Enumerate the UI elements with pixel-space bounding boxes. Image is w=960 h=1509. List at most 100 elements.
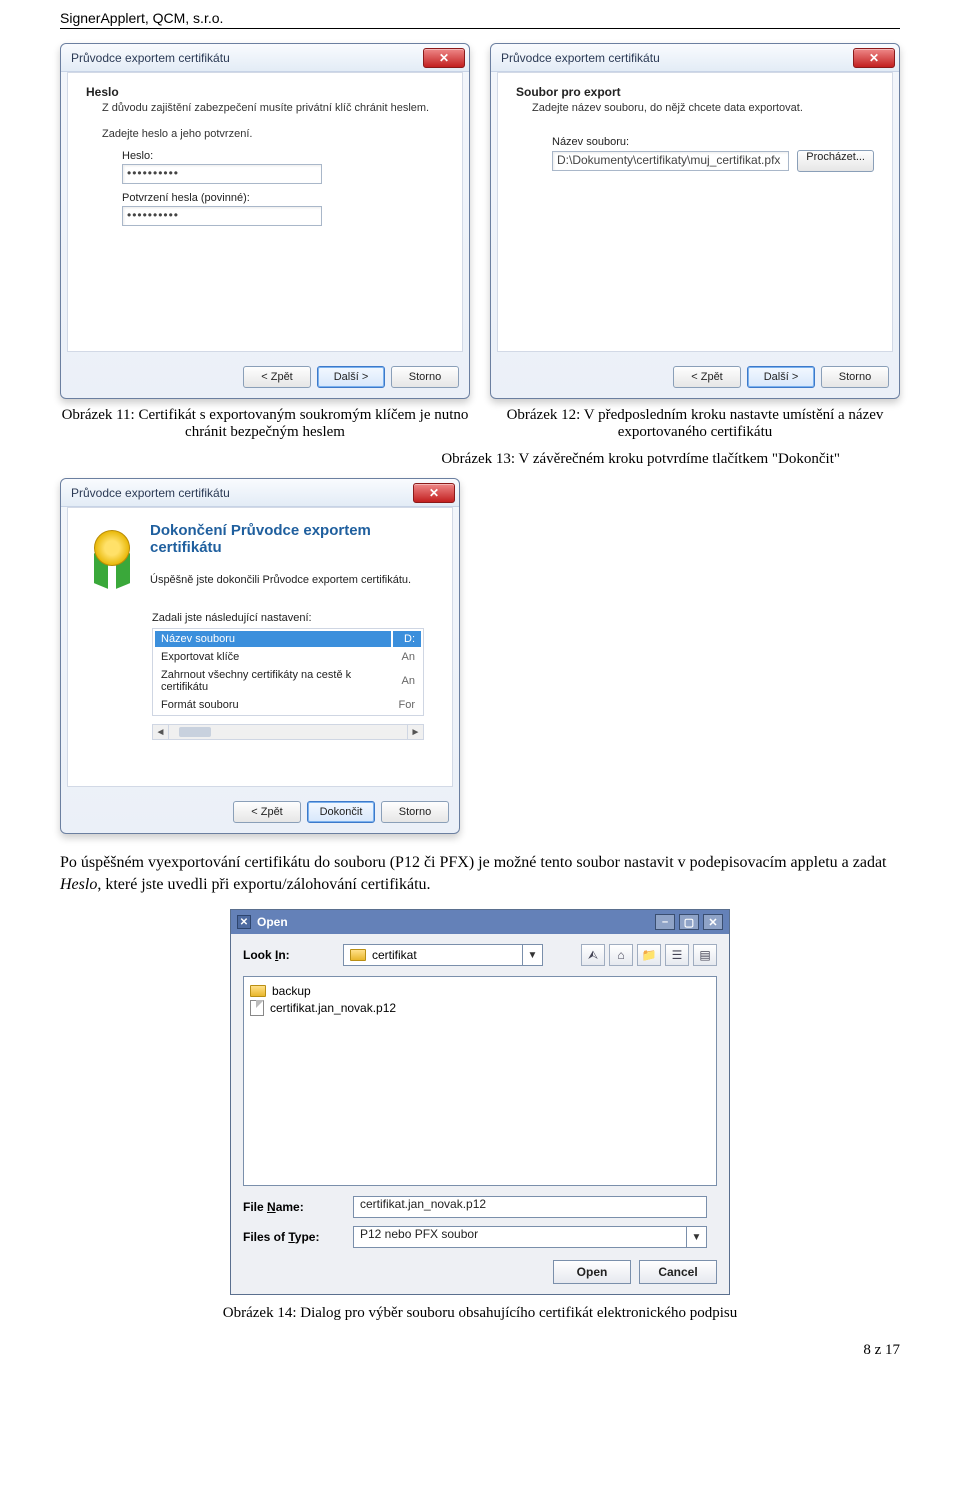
table-header-value: D: [393,631,422,647]
titlebar: Průvodce exportem certifikátu ✕ [61,479,459,507]
filename-label: File Name: [243,1200,333,1214]
scroll-right-icon[interactable]: ► [407,725,423,739]
file-name-input[interactable]: D:\Dokumenty\certifikaty\muj_certifikat.… [552,151,789,171]
close-button[interactable]: ✕ [423,48,465,68]
confirm-password-label: Potvrzení hesla (povinné): [122,192,444,204]
titlebar: ✕ Open – ▢ ✕ [231,910,729,934]
list-view-icon: ☰ [672,948,683,962]
dialog-body: Soubor pro export Zadejte název souboru,… [497,72,893,352]
title: Průvodce exportem certifikátu [501,51,660,65]
open-button[interactable]: Open [553,1260,631,1284]
cancel-button[interactable]: Storno [391,366,459,388]
title: Průvodce exportem certifikátu [71,51,230,65]
cancel-button[interactable]: Storno [381,801,449,823]
lookin-value: certifikat [372,948,417,962]
maximize-button[interactable]: ▢ [679,914,699,930]
window-close-icon[interactable]: ✕ [237,915,251,929]
file-list[interactable]: backup certifikat.jan_novak.p12 [243,976,717,1186]
dialog-body: Dokončení Průvodce exportem certifikátu … [67,507,453,787]
dialogs-row: Průvodce exportem certifikátu ✕ Heslo Z … [60,43,900,399]
close-icon: ✕ [439,51,449,65]
dialog-title: Open [257,915,288,929]
caption-12: Obrázek 12: V předposledním kroku nastav… [490,407,900,441]
prompt: Zadejte heslo a jeho potvrzení. [102,128,444,140]
list-item[interactable]: backup [250,983,710,999]
next-button[interactable]: Další > [317,366,385,388]
lookin-label: Look In: [243,948,333,962]
up-folder-button[interactable]: ⮙ [581,944,605,966]
folder-icon [350,949,366,961]
close-button[interactable]: ✕ [413,483,455,503]
new-folder-icon: 📁 [642,948,657,962]
details-view-button[interactable]: ▤ [693,944,717,966]
scroll-thumb[interactable] [179,727,211,737]
export-wizard-password-dialog: Průvodce exportem certifikátu ✕ Heslo Z … [60,43,470,399]
subheading: Z důvodu zajištění zabezpečení musíte pr… [102,102,444,114]
dialog-footer: < Zpět Dokončit Storno [61,793,459,833]
export-wizard-complete-dialog: Průvodce exportem certifikátu ✕ Dokončen… [60,478,460,834]
filename-input[interactable]: certifikat.jan_novak.p12 [353,1196,707,1218]
list-item-label: backup [272,984,311,998]
export-wizard-file-dialog: Průvodce exportem certifikátu ✕ Soubor p… [490,43,900,399]
heading: Heslo [86,85,444,99]
doc-header: SignerApplert, QCM, s.r.o. [60,10,900,29]
back-button[interactable]: < Zpět [673,366,741,388]
close-button[interactable]: ✕ [853,48,895,68]
filetype-select[interactable]: P12 nebo PFX soubor ▼ [353,1226,707,1248]
dialog-body: Heslo Z důvodu zajištění zabezpečení mus… [67,72,463,352]
up-folder-icon: ⮙ [588,948,598,963]
filetype-label: Files of Type: [243,1230,333,1244]
chevron-down-icon[interactable]: ▼ [686,1227,706,1247]
close-icon: ✕ [429,486,439,500]
dialog-footer: < Zpět Další > Storno [61,358,469,398]
close-icon: ✕ [869,51,879,65]
back-button[interactable]: < Zpět [243,366,311,388]
caption-14: Obrázek 14: Dialog pro výběr souboru obs… [120,1305,840,1322]
new-folder-button[interactable]: 📁 [637,944,661,966]
heading: Soubor pro export [516,85,874,99]
finish-button[interactable]: Dokončit [307,801,375,823]
browse-button[interactable]: Procházet... [797,150,874,172]
title: Průvodce exportem certifikátu [71,486,230,500]
back-button[interactable]: < Zpět [233,801,301,823]
next-button[interactable]: Další > [747,366,815,388]
horizontal-scrollbar[interactable]: ◄ ► [152,724,424,740]
subheading: Zadejte název souboru, do nějž chcete da… [532,102,874,114]
dialog-footer: < Zpět Další > Storno [491,358,899,398]
completion-sub: Úspěšně jste dokončili Průvodce exportem… [150,574,434,586]
dialog-bottom: File Name: certifikat.jan_novak.p12 File… [231,1186,729,1294]
toolbar: Look In: certifikat ▼ ⮙ ⌂ 📁 ☰ ▤ [231,934,729,976]
paragraph: Po úspěšném vyexportování certifikátu do… [60,852,900,895]
completion-title: Dokončení Průvodce exportem certifikátu [150,522,434,556]
scroll-left-icon[interactable]: ◄ [153,725,169,739]
home-icon: ⌂ [617,948,624,962]
close-button[interactable]: ✕ [703,914,723,930]
caption-11: Obrázek 11: Certifikát s exportovaným so… [60,407,470,441]
folder-icon [250,985,266,997]
caption-13: Obrázek 13: V závěrečném kroku potvrdíme… [120,451,840,468]
file-name-label: Název souboru: [552,136,874,148]
cancel-button[interactable]: Storno [821,366,889,388]
settings-label: Zadali jste následující nastavení: [152,612,434,624]
settings-table: Název souboru D: Exportovat klíče An Zah… [152,628,424,716]
page-number: 8 z 17 [60,1342,900,1359]
table-header-name: Název souboru [155,631,391,647]
certificate-badge-icon [86,528,138,588]
lookin-combo[interactable]: certifikat ▼ [343,944,543,966]
java-open-dialog: ✕ Open – ▢ ✕ Look In: certifikat ▼ ⮙ ⌂ 📁 [230,909,730,1295]
confirm-password-input[interactable]: •••••••••• [122,206,322,226]
list-view-button[interactable]: ☰ [665,944,689,966]
titlebar: Průvodce exportem certifikátu ✕ [61,44,469,72]
list-item-label: certifikat.jan_novak.p12 [270,1001,396,1015]
password-label: Heslo: [122,150,444,162]
minimize-button[interactable]: – [655,914,675,930]
chevron-down-icon[interactable]: ▼ [522,945,542,965]
details-view-icon: ▤ [699,948,710,962]
password-input[interactable]: •••••••••• [122,164,322,184]
file-icon [250,1000,264,1016]
table-row: Exportovat klíče An [155,649,421,665]
table-row: Zahrnout všechny certifikáty na cestě k … [155,667,421,695]
cancel-button[interactable]: Cancel [639,1260,717,1284]
home-button[interactable]: ⌂ [609,944,633,966]
list-item[interactable]: certifikat.jan_novak.p12 [250,999,710,1017]
